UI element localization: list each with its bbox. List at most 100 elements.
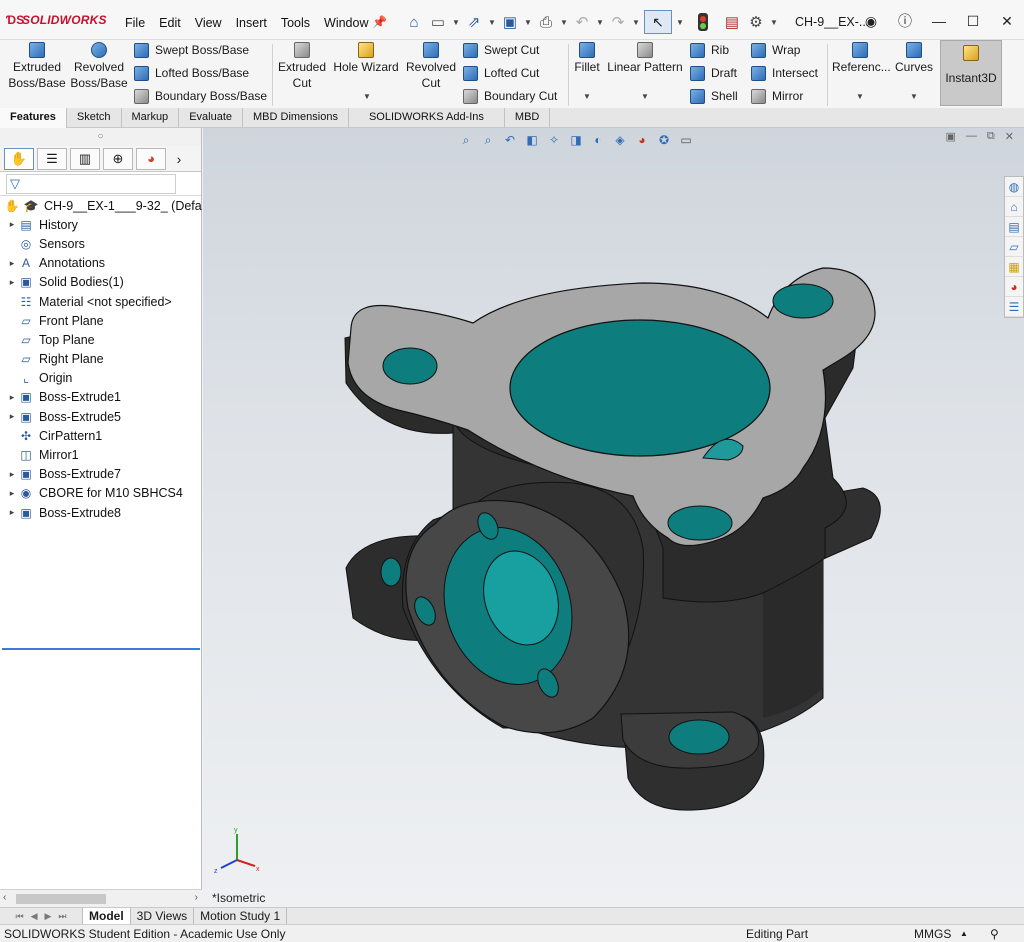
tab-markup[interactable]: Markup: [122, 108, 180, 128]
tree-item[interactable]: ▸ ▣ Boss-Extrude1: [0, 388, 202, 407]
next-tab-icon[interactable]: ▶: [44, 911, 51, 922]
panel-splitter-handle[interactable]: ○: [0, 128, 201, 146]
open-folder-icon[interactable]: ⇗: [464, 12, 484, 32]
tree-item[interactable]: ▸ ▣ Solid Bodies(1): [0, 273, 202, 292]
tab-motion-study[interactable]: Motion Study 1: [193, 907, 288, 925]
solidworks-logo[interactable]: ƊSSOLIDWORKS: [6, 13, 107, 27]
tree-item[interactable]: ◎ Sensors: [0, 234, 202, 253]
file-properties-icon[interactable]: ▤: [722, 12, 742, 32]
home-icon[interactable]: ⌂: [404, 12, 424, 32]
menu-view[interactable]: View: [188, 16, 229, 30]
chevron-down-icon[interactable]: ▼: [770, 18, 778, 27]
chevron-down-icon[interactable]: ▼: [524, 18, 532, 27]
last-tab-icon[interactable]: ⏭: [58, 911, 66, 922]
customize-status-bar-icon[interactable]: ⚲: [990, 925, 999, 942]
expand-arrow-icon[interactable]: ▸: [6, 411, 18, 422]
design-library-icon[interactable]: ⌂: [1005, 197, 1023, 217]
tab-3d-views[interactable]: 3D Views: [129, 907, 193, 925]
expand-arrow-icon[interactable]: ▸: [6, 219, 18, 230]
menu-insert[interactable]: Insert: [229, 16, 274, 30]
shell-button[interactable]: Shell: [690, 85, 738, 107]
menu-window[interactable]: Window: [317, 16, 375, 30]
tree-item[interactable]: ▸ ▣ Boss-Extrude5: [0, 407, 202, 426]
scroll-left-icon[interactable]: ‹: [3, 892, 6, 903]
horizontal-scrollbar[interactable]: ‹ ›: [0, 889, 202, 907]
solidworks-forum-icon[interactable]: ☰: [1005, 297, 1023, 317]
chevron-down-icon[interactable]: ▼: [452, 18, 460, 27]
zoom-to-fit-icon[interactable]: ⌕: [458, 132, 474, 148]
expand-arrow-icon[interactable]: ▸: [6, 507, 18, 518]
user-account-icon[interactable]: ◉: [854, 8, 888, 34]
revolved-cut-button[interactable]: Revolved Cut: [404, 42, 458, 91]
chevron-down-icon[interactable]: ▼: [910, 92, 918, 101]
part-model-3d[interactable]: [203, 128, 1024, 907]
redo-icon[interactable]: ↷: [608, 12, 628, 32]
tab-evaluate[interactable]: Evaluate: [179, 108, 243, 128]
solidworks-resources-icon[interactable]: ◍: [1005, 177, 1023, 197]
chevron-down-icon[interactable]: ▼: [488, 18, 496, 27]
tree-item[interactable]: ▸ ◉ CBORE for M10 SBHCS4: [0, 484, 202, 503]
curves-button[interactable]: Curves: [892, 42, 936, 75]
wrap-button[interactable]: Wrap: [751, 39, 800, 61]
appearance-icon[interactable]: ◕: [634, 132, 650, 148]
expand-arrow-icon[interactable]: ▸: [6, 277, 18, 288]
chevron-down-icon[interactable]: ▼: [632, 18, 640, 27]
undo-icon[interactable]: ↶: [572, 12, 592, 32]
revolved-boss-button[interactable]: Revolved Boss/Base: [70, 42, 128, 91]
boundary-boss-button[interactable]: Boundary Boss/Base: [134, 85, 267, 107]
chevron-down-icon[interactable]: ▼: [676, 18, 684, 27]
chevron-down-icon[interactable]: ▼: [856, 92, 864, 101]
view-orientation-icon[interactable]: ◨: [568, 132, 584, 148]
dimxpert-manager-tab-icon[interactable]: ⊕: [103, 147, 133, 170]
tree-item[interactable]: ▸ ▣ Boss-Extrude8: [0, 503, 202, 522]
view-palette-icon[interactable]: ▱: [1005, 237, 1023, 257]
rollback-bar[interactable]: [2, 648, 200, 650]
section-view-icon[interactable]: ◧: [524, 132, 540, 148]
save-icon[interactable]: ▣: [500, 12, 520, 32]
tab-solidworks-addins[interactable]: SOLIDWORKS Add-Ins: [349, 108, 505, 128]
first-tab-icon[interactable]: ⏮: [15, 911, 23, 922]
rebuild-traffic-light-icon[interactable]: [698, 13, 708, 31]
expand-arrow-icon[interactable]: ▸: [6, 469, 18, 480]
expand-arrow-icon[interactable]: ▸: [6, 488, 18, 499]
tab-mbd-dimensions[interactable]: MBD Dimensions: [243, 108, 349, 128]
tab-features[interactable]: Features: [0, 108, 67, 128]
expand-arrow-icon[interactable]: ▸: [6, 258, 18, 269]
display-manager-tab-icon[interactable]: ◕: [136, 147, 166, 170]
hole-wizard-button[interactable]: Hole Wizard: [332, 42, 400, 75]
linear-pattern-button[interactable]: Linear Pattern: [606, 42, 684, 75]
configuration-manager-tab-icon[interactable]: ▥: [70, 147, 100, 170]
tree-item[interactable]: ▸ ▣ Boss-Extrude7: [0, 465, 202, 484]
extruded-cut-button[interactable]: Extruded Cut: [276, 42, 328, 91]
mirror-button[interactable]: Mirror: [751, 85, 803, 107]
chevron-down-icon[interactable]: ▼: [363, 92, 371, 101]
display-style-icon[interactable]: ◐: [590, 132, 606, 148]
instant3d-button[interactable]: Instant3D: [940, 40, 1002, 106]
filter-input[interactable]: ▽: [6, 173, 176, 194]
chevron-down-icon[interactable]: ▼: [596, 18, 604, 27]
viewport-minimize-icon[interactable]: —: [966, 130, 977, 143]
feature-manager-tab-icon[interactable]: ✋: [4, 147, 34, 170]
chevron-down-icon[interactable]: ▼: [583, 92, 591, 101]
zoom-to-area-icon[interactable]: ⌕: [480, 132, 496, 148]
lofted-boss-button[interactable]: Lofted Boss/Base: [134, 62, 249, 84]
tree-item[interactable]: ✣ CirPattern1: [0, 426, 202, 445]
tree-item[interactable]: ▱ Front Plane: [0, 311, 202, 330]
close-button[interactable]: ✕: [990, 8, 1024, 34]
tab-mbd[interactable]: MBD: [505, 108, 551, 128]
chevron-right-icon[interactable]: ›: [169, 151, 189, 167]
file-explorer-icon[interactable]: ▤: [1005, 217, 1023, 237]
rib-button[interactable]: Rib: [690, 39, 729, 61]
appearances-scenes-icon[interactable]: ▦: [1005, 257, 1023, 277]
tree-item[interactable]: ▱ Top Plane: [0, 330, 202, 349]
tree-root-part[interactable]: ✋ 🎓 CH-9__EX-1___9-32_ (Defa: [0, 196, 202, 215]
intersect-button[interactable]: Intersect: [751, 62, 818, 84]
tree-item[interactable]: ▱ Right Plane: [0, 350, 202, 369]
chevron-down-icon[interactable]: ▼: [641, 92, 649, 101]
swept-cut-button[interactable]: Swept Cut: [463, 39, 539, 61]
chevron-down-icon[interactable]: ▼: [560, 18, 568, 27]
custom-properties-icon[interactable]: ◕: [1005, 277, 1023, 297]
extruded-boss-button[interactable]: Extruded Boss/Base: [6, 42, 68, 91]
boundary-cut-button[interactable]: Boundary Cut: [463, 85, 557, 107]
scroll-right-icon[interactable]: ›: [195, 892, 198, 903]
